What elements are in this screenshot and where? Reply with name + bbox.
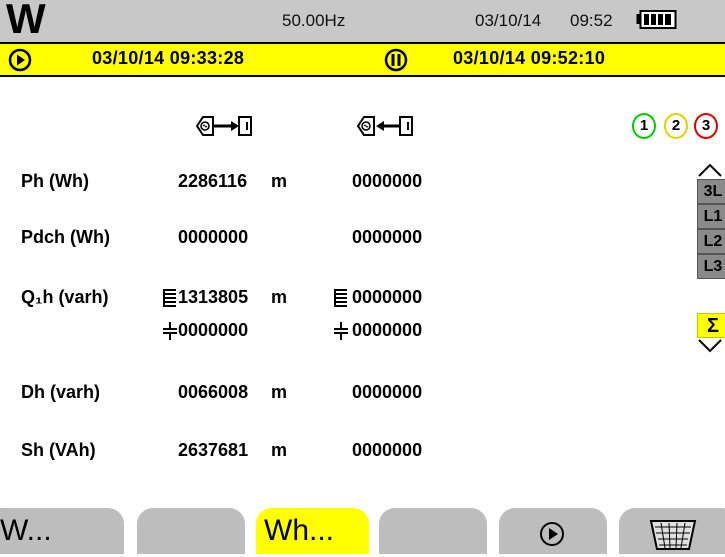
side-item-l3[interactable]: L3 [697, 254, 725, 279]
scroll-up-chevron-icon[interactable] [697, 162, 723, 178]
tab-energy-values-label: Wh... [264, 514, 335, 547]
dh-consumed-value: 0000000 [352, 382, 423, 402]
scroll-down-chevron-icon[interactable] [697, 338, 723, 354]
phase-3-indicator: 3 [694, 113, 718, 139]
phase-1-indicator: 1 [632, 113, 656, 139]
recording-period-bar: 03/10/14 09:33:28 03/10/14 09:52:10 [0, 44, 725, 77]
frequency-readout: 50.00Hz [282, 11, 346, 30]
energy-generated-icon [195, 113, 255, 139]
tab-empty-2[interactable] [137, 508, 245, 554]
sh-generated-value: 2637681 [178, 440, 249, 460]
play-circle-icon [8, 48, 32, 72]
side-item-3l[interactable]: 3L [697, 179, 725, 204]
q1h-consumed-inductive-value: 0000000 [352, 287, 423, 307]
dh-unit-prefix: m [271, 382, 288, 402]
row-label-dh: Dh (varh) [21, 382, 101, 402]
ph-consumed-value: 0000000 [352, 171, 423, 191]
side-item-l1[interactable]: L1 [697, 204, 725, 229]
q1h-consumed-capacitive-value: 0000000 [352, 320, 423, 340]
side-item-l2[interactable]: L2 [697, 229, 725, 254]
status-time: 09:52 [570, 11, 613, 30]
row-label-ph: Ph (Wh) [21, 171, 89, 191]
status-bar: W 50.00Hz 03/10/14 09:52 [0, 0, 725, 44]
battery-icon [636, 10, 678, 30]
capacitive-load-icon [160, 320, 180, 342]
sh-consumed-value: 0000000 [352, 440, 423, 460]
row-label-pdch: Pdch (Wh) [21, 227, 110, 247]
inductive-load-icon [160, 287, 180, 309]
inductive-load-icon [331, 287, 351, 309]
pdch-consumed-value: 0000000 [352, 227, 423, 247]
trash-basket-icon [649, 518, 697, 552]
energy-consumed-icon [356, 113, 416, 139]
record-start-datetime: 03/10/14 09:33:28 [92, 48, 245, 68]
side-item-sigma[interactable]: Σ [697, 313, 725, 338]
tab-power-values-label: W... [0, 514, 52, 547]
row-label-sh: Sh (VAh) [21, 440, 96, 460]
tab-delete-records[interactable] [619, 508, 725, 554]
ph-unit-prefix: m [271, 171, 288, 191]
ph-generated-value: 2286116 [178, 171, 248, 191]
q1h-unit-prefix: m [271, 287, 288, 307]
tab-energy-values[interactable]: Wh... [256, 508, 369, 554]
record-end-datetime: 03/10/14 09:52:10 [453, 48, 606, 68]
brand-w-icon: W [6, 0, 46, 42]
capacitive-load-icon [331, 320, 351, 342]
pdch-generated-value: 0000000 [178, 227, 249, 247]
phase-2-indicator: 2 [664, 113, 688, 139]
tab-power-values[interactable]: W... [0, 508, 124, 554]
sh-unit-prefix: m [271, 440, 288, 460]
dh-generated-value: 0066008 [178, 382, 249, 402]
tab-empty-4[interactable] [379, 508, 487, 554]
tab-start-recording[interactable] [499, 508, 607, 554]
status-date: 03/10/14 [475, 11, 542, 30]
q1h-generated-inductive-value: 1313805 [178, 287, 249, 307]
row-label-q1h: Q₁h (varh) [21, 287, 109, 307]
q1h-generated-capacitive-value: 0000000 [178, 320, 249, 340]
play-circle-icon [539, 521, 565, 547]
pause-circle-icon [384, 48, 408, 72]
